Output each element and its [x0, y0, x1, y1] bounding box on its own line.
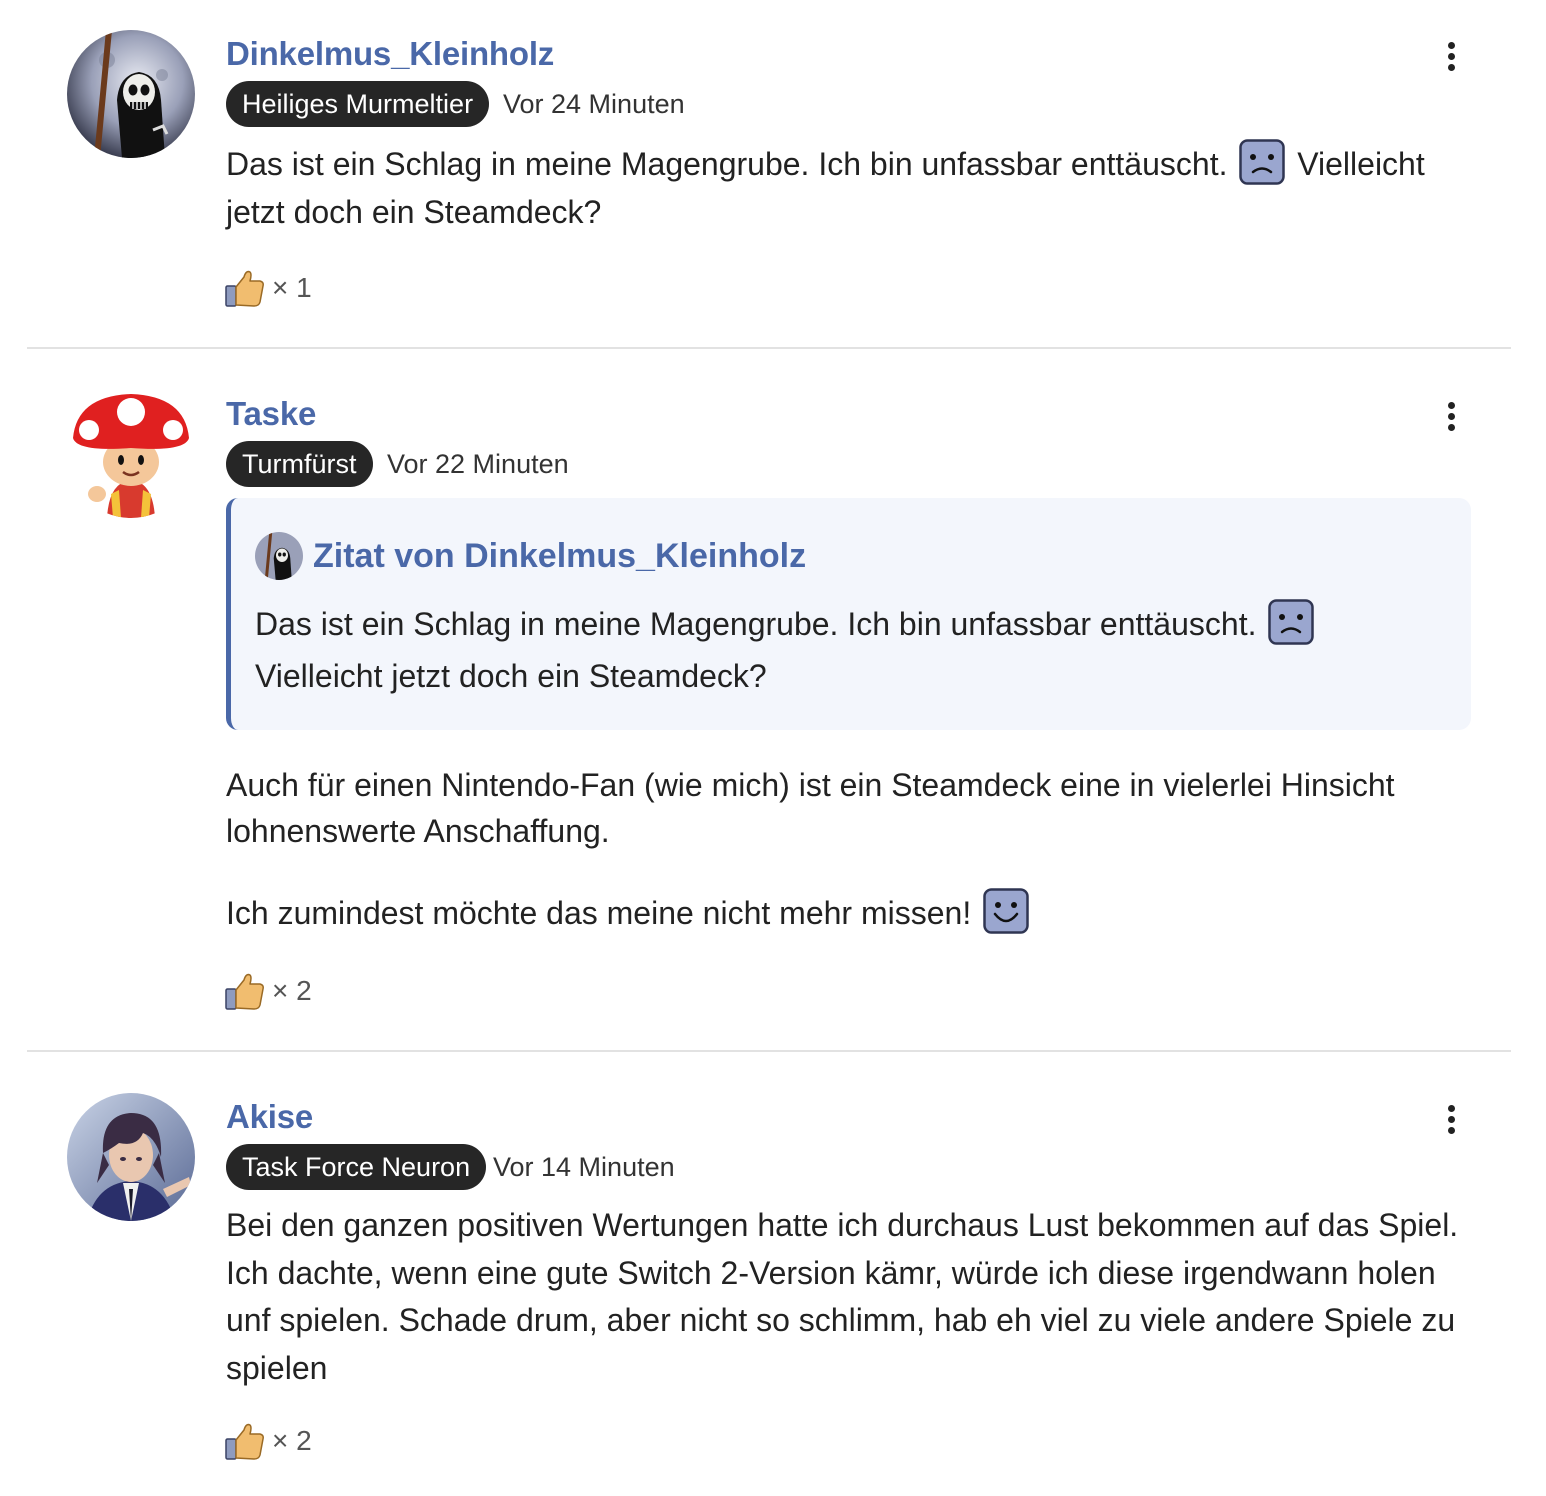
post-body: Das ist ein Schlag in meine Magengrube. … [226, 139, 1486, 236]
post-divider [27, 1050, 1511, 1052]
more-vertical-icon[interactable] [1437, 36, 1465, 76]
sad-smiley-icon [1268, 599, 1315, 645]
post-paragraph: Bei den ganzen positiven Wertungen hatte… [226, 1207, 1459, 1386]
reaction-button[interactable]: × 1 [224, 268, 312, 308]
quote-title[interactable]: Zitat von Dinkelmus_Kleinholz [313, 537, 806, 576]
post-text: Das ist ein Schlag in meine Magengrube. … [226, 146, 1228, 182]
avatar-dinkelmus[interactable] [67, 30, 195, 158]
post-body-2: Ich zumindest möchte das meine nicht meh… [226, 888, 1486, 937]
sad-smiley-icon [1239, 139, 1286, 185]
quote-text: Das ist ein Schlag in meine Magengrube. … [255, 598, 1435, 702]
avatar-taske[interactable] [67, 390, 195, 518]
quote-header: Zitat von Dinkelmus_Kleinholz [255, 532, 806, 580]
quote-text-line: Vielleicht jetzt doch ein Steamdeck? [255, 658, 767, 694]
reaction-button[interactable]: × 2 [224, 971, 312, 1011]
reaction-count: × 2 [272, 975, 312, 1006]
post-dinkelmus: Dinkelmus_Kleinholz Heiliges Murmeltier … [0, 0, 1546, 350]
post-timestamp: Vor 14 Minuten [493, 1152, 675, 1182]
reaction-button[interactable]: × 2 [224, 1421, 312, 1461]
post-divider [27, 347, 1511, 349]
post-akise: Akise Task Force Neuron Vor 14 Minuten B… [0, 1053, 1546, 1496]
user-rank-badge: Task Force Neuron [226, 1144, 487, 1190]
thumbs-up-icon [224, 268, 266, 308]
user-rank-badge: Turmfürst [226, 441, 373, 487]
quote-text-line: Das ist ein Schlag in meine Magengrube. … [255, 606, 1257, 642]
user-rank-badge: Heiliges Murmeltier [226, 81, 490, 127]
post-paragraph: Auch für einen Nintendo-Fan (wie mich) i… [226, 767, 1395, 849]
more-vertical-icon[interactable] [1437, 1099, 1465, 1139]
post-author[interactable]: Dinkelmus_Kleinholz [226, 34, 554, 74]
more-vertical-icon[interactable] [1437, 396, 1465, 436]
reaction-count: × 1 [272, 272, 312, 303]
post-timestamp: Vor 24 Minuten [503, 89, 685, 119]
post-author[interactable]: Akise [226, 1097, 313, 1137]
quote-author-avatar [255, 532, 303, 580]
avatar-akise[interactable] [67, 1093, 195, 1221]
happy-smiley-icon [983, 888, 1029, 934]
post-body: Auch für einen Nintendo-Fan (wie mich) i… [226, 762, 1486, 854]
post-taske: Taske Turmfürst Vor 22 Minuten Zitat von… [0, 350, 1546, 1053]
thumbs-up-icon [224, 1421, 266, 1461]
reaction-count: × 2 [272, 1425, 312, 1456]
post-author[interactable]: Taske [226, 394, 316, 434]
post-timestamp: Vor 22 Minuten [387, 449, 569, 479]
quote-block: Zitat von Dinkelmus_Kleinholz Das ist ei… [226, 498, 1471, 730]
post-body: Bei den ganzen positiven Wertungen hatte… [226, 1202, 1486, 1392]
thumbs-up-icon [224, 971, 266, 1011]
post-paragraph: Ich zumindest möchte das meine nicht meh… [226, 895, 972, 931]
